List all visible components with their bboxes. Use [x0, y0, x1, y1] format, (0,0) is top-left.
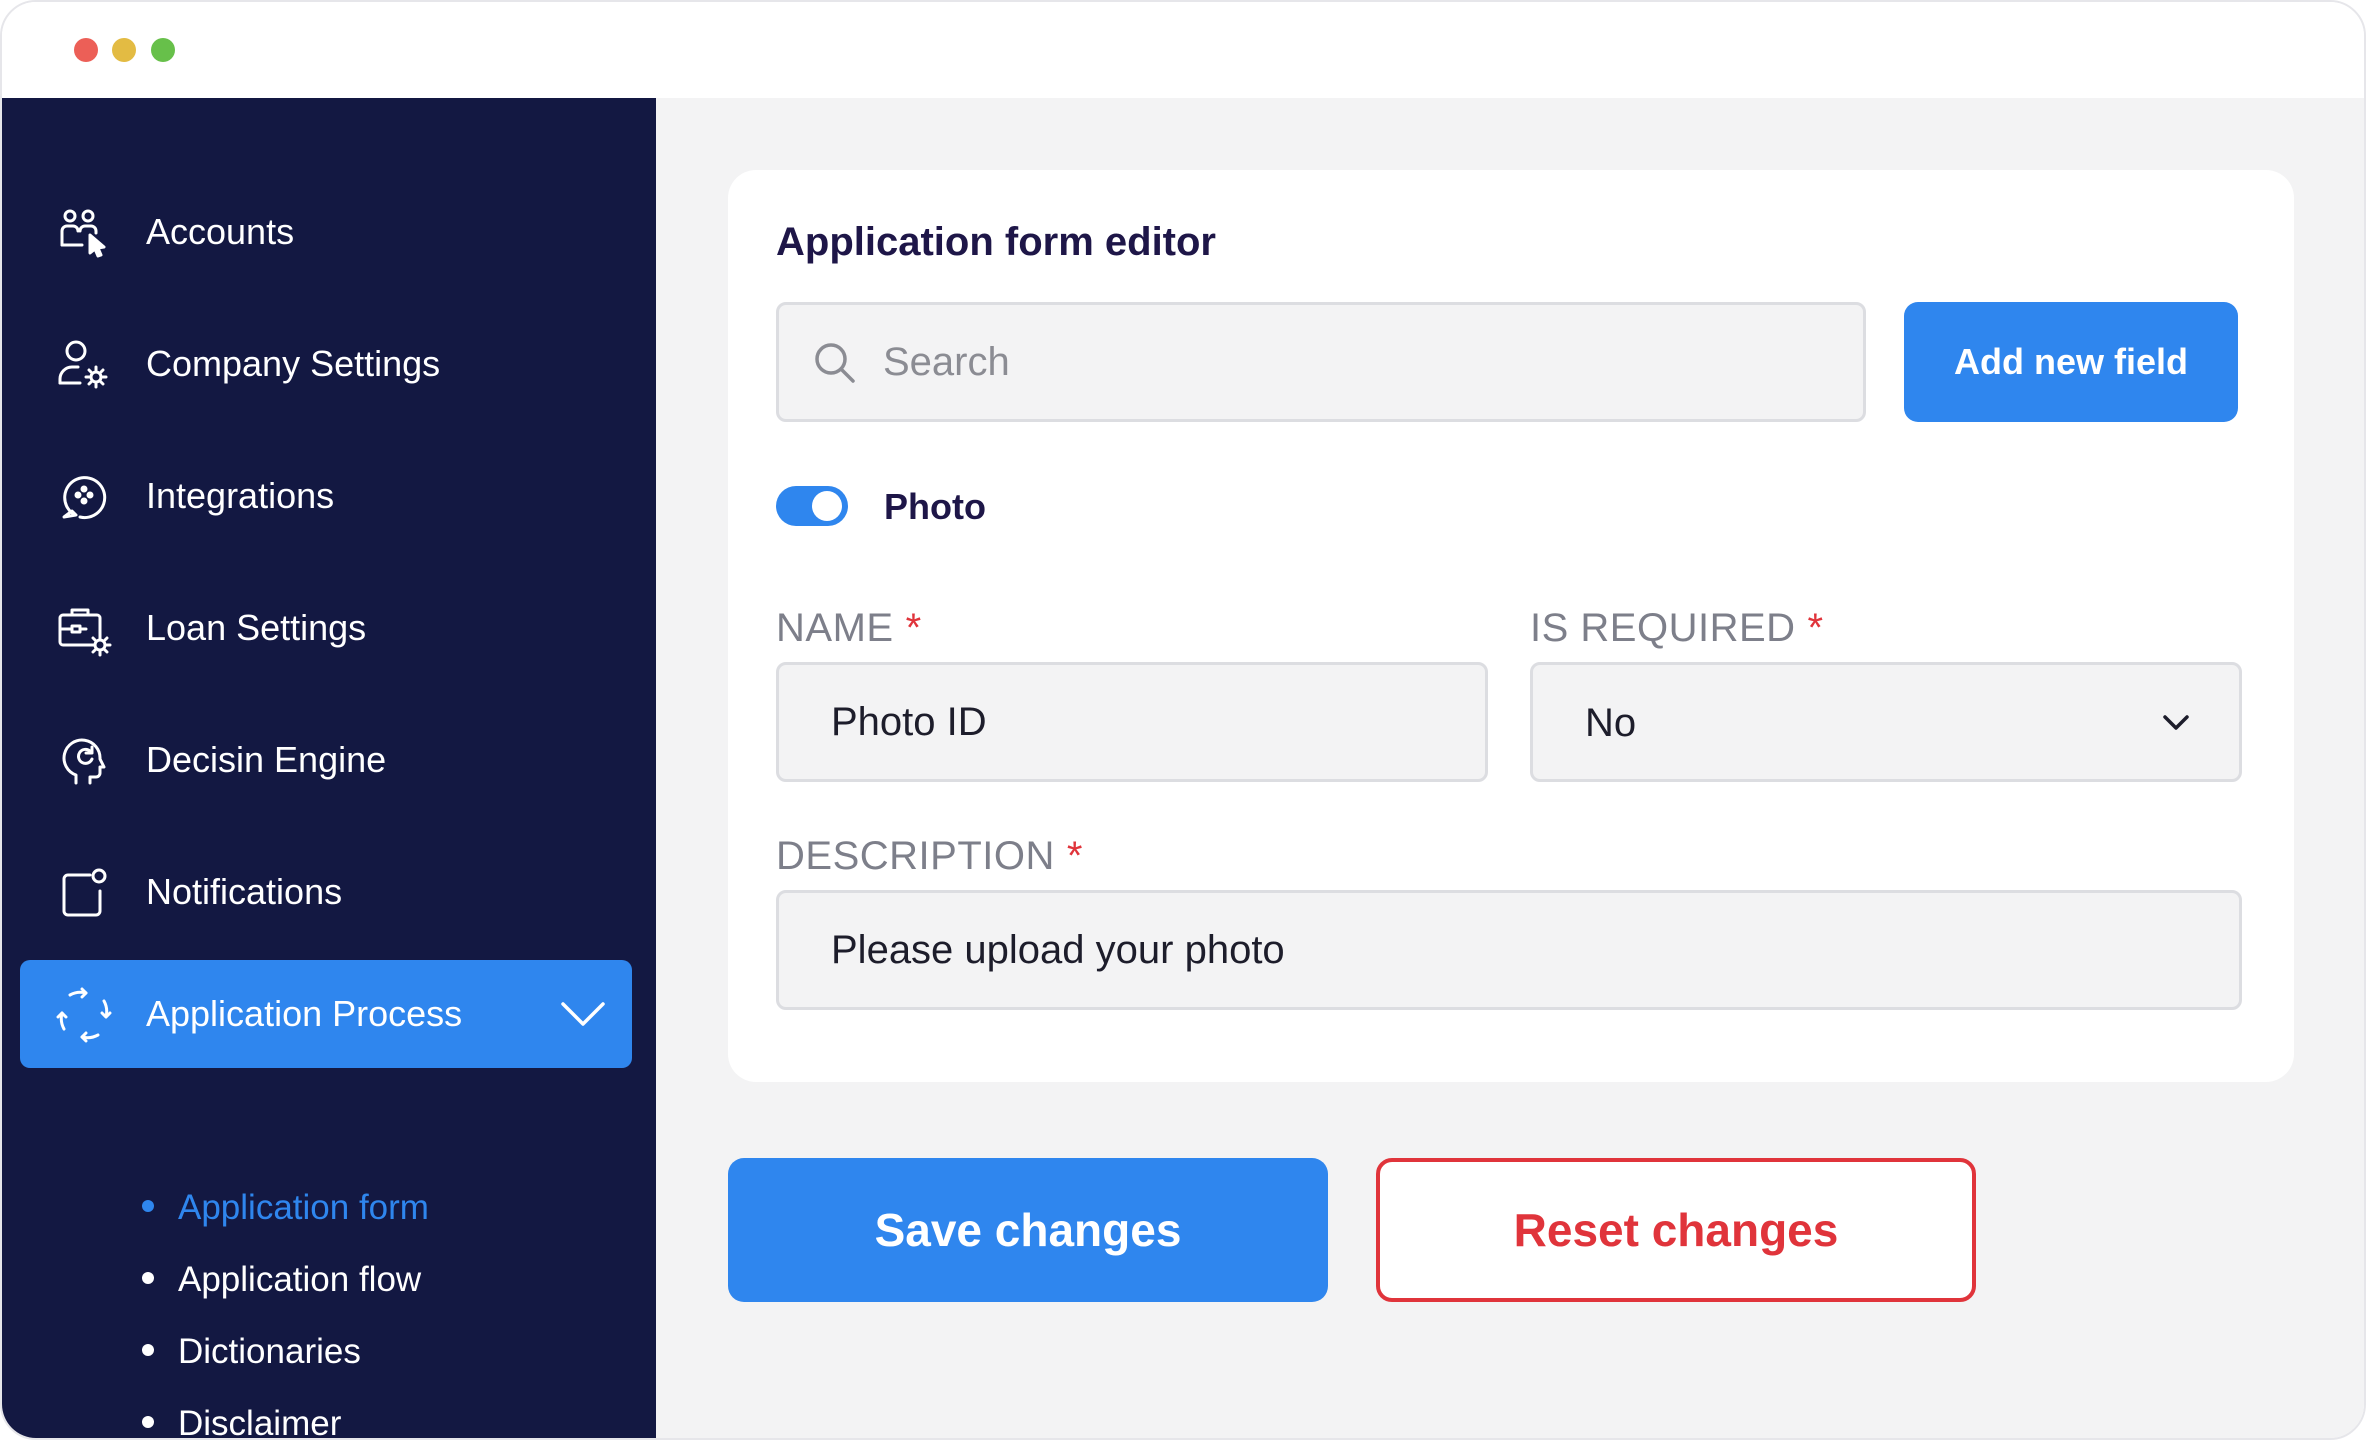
- bullet-icon: [142, 1199, 154, 1212]
- brain-head-icon: [56, 733, 112, 789]
- add-new-field-button[interactable]: Add new field: [1904, 302, 2238, 422]
- form-editor-card: Application form editor Add new field Ph…: [728, 170, 2294, 1082]
- name-field-box: [776, 662, 1488, 782]
- user-gear-icon: [56, 337, 112, 393]
- sidebar-item-label: Company Settings: [146, 343, 441, 384]
- reset-changes-button[interactable]: Reset changes: [1376, 1158, 1976, 1302]
- sidebar-item-label: Notifications: [146, 871, 343, 912]
- sidebar-item-company-settings[interactable]: Company Settings: [20, 310, 632, 418]
- sub-nav-item-application-form[interactable]: Application form: [142, 1188, 429, 1228]
- notification-icon: [56, 865, 112, 921]
- maximize-window-button[interactable]: [151, 38, 175, 62]
- description-label: DESCRIPTION *: [776, 834, 1083, 879]
- search-icon: [813, 341, 857, 385]
- process-cycle-icon: [56, 987, 112, 1043]
- sidebar-item-label: Decisin Engine: [146, 739, 387, 780]
- bullet-icon: [142, 1343, 154, 1356]
- sub-nav-item-application-flow[interactable]: Application flow: [142, 1260, 421, 1300]
- chevron-down-icon[interactable]: [560, 994, 606, 1034]
- name-label-text: NAME: [776, 606, 894, 650]
- is-required-value: No: [1585, 701, 1637, 745]
- required-mark: *: [1807, 606, 1824, 650]
- main-content: Application form editor Add new field Ph…: [656, 98, 2364, 1438]
- briefcase-gear-icon: [56, 601, 112, 657]
- card-title: Application form editor: [776, 220, 1216, 264]
- bullet-icon: [142, 1415, 154, 1428]
- sub-nav-label: Dictionaries: [178, 1332, 361, 1371]
- is-required-select[interactable]: No: [1530, 662, 2242, 782]
- description-field-box: [776, 890, 2242, 1010]
- users-cursor-icon: [56, 205, 112, 261]
- required-mark: *: [905, 606, 922, 650]
- sidebar-item-notifications[interactable]: Notifications: [20, 838, 632, 946]
- sub-nav-item-dictionaries[interactable]: Dictionaries: [142, 1332, 361, 1372]
- title-bar: [2, 2, 2364, 98]
- sidebar-item-label: Application Process: [146, 993, 463, 1034]
- integrations-icon: [56, 469, 112, 525]
- sub-nav-label: Disclaimer: [178, 1404, 342, 1440]
- sidebar-item-application-process[interactable]: Application Process: [20, 960, 632, 1068]
- search-input[interactable]: [883, 325, 1823, 399]
- is-required-label: IS REQUIRED *: [1530, 606, 1824, 651]
- sub-nav-label: Application flow: [178, 1260, 422, 1299]
- required-mark: *: [1066, 834, 1083, 878]
- sidebar-item-label: Loan Settings: [146, 607, 367, 648]
- description-field[interactable]: [831, 913, 2191, 987]
- toggle-knob: [812, 491, 842, 521]
- bullet-icon: [142, 1271, 154, 1284]
- photo-toggle[interactable]: [776, 486, 848, 526]
- sidebar-item-label: Integrations: [146, 475, 335, 516]
- sub-nav-label: Application form: [178, 1188, 429, 1227]
- is-required-label-text: IS REQUIRED: [1530, 606, 1796, 650]
- sidebar-item-integrations[interactable]: Integrations: [20, 442, 632, 550]
- sidebar: Accounts Company Settings Integrations L…: [2, 98, 656, 1440]
- search-box[interactable]: [776, 302, 1866, 422]
- toggle-label: Photo: [884, 486, 986, 527]
- chevron-down-icon: [2161, 709, 2191, 737]
- sidebar-item-loan-settings[interactable]: Loan Settings: [20, 574, 632, 682]
- sidebar-item-accounts[interactable]: Accounts: [20, 178, 632, 286]
- sidebar-item-decision-engine[interactable]: Decisin Engine: [20, 706, 632, 814]
- sidebar-item-label: Accounts: [146, 211, 295, 252]
- name-field[interactable]: [831, 685, 1451, 759]
- close-window-button[interactable]: [74, 38, 98, 62]
- sub-nav-item-disclaimer[interactable]: Disclaimer: [142, 1404, 342, 1440]
- description-label-text: DESCRIPTION: [776, 834, 1055, 878]
- name-label: NAME *: [776, 606, 922, 651]
- minimize-window-button[interactable]: [112, 38, 136, 62]
- save-changes-button[interactable]: Save changes: [728, 1158, 1328, 1302]
- app-window: Accounts Company Settings Integrations L…: [0, 0, 2366, 1440]
